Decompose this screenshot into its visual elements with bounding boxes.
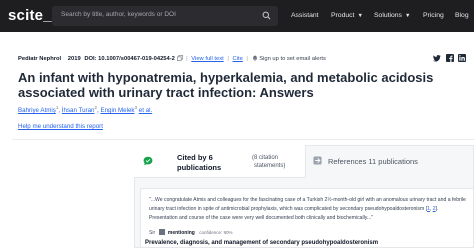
top-navigation-bar: scite_ Search by title, author, keywords… xyxy=(0,0,474,32)
citation-statements-count: (8 citation xyxy=(252,155,279,161)
help-understand-link[interactable]: Help me understand this report xyxy=(18,123,103,130)
citation-quote: "...We congratulate Atmis and colleagues… xyxy=(149,197,466,221)
email-alerts-link[interactable]: Sign up to set email alerts xyxy=(259,56,326,62)
article-title: An infant with hyponatremia, hyperkalemi… xyxy=(18,70,434,100)
search-placeholder: Search by title, author, keywords or DOI xyxy=(61,11,176,18)
author-link[interactable]: İhsan Turan xyxy=(62,107,95,114)
view-full-text-link[interactable]: View full text xyxy=(191,56,223,62)
separator: | xyxy=(227,56,229,62)
chat-bubble-icon xyxy=(143,156,153,166)
separator: | xyxy=(186,56,188,62)
references-icon xyxy=(313,156,322,165)
author-affiliation-number: 2 xyxy=(94,105,97,110)
citation-classification: Sir mentioning confidence: 90% xyxy=(149,229,233,236)
source-label: Sir xyxy=(149,230,156,236)
linkedin-icon[interactable] xyxy=(458,54,466,62)
citing-paper-title[interactable]: Prevalence, diagnosis, and management of… xyxy=(145,240,378,246)
search-input[interactable]: Search by title, author, keywords or DOI xyxy=(52,6,278,26)
citation-statements-label: statements) xyxy=(254,163,286,169)
author-link[interactable]: Engin Melek xyxy=(100,107,134,114)
chevron-down-icon: ▼ xyxy=(357,13,363,19)
author-list: Bahriye Atmiş1, İhsan Turan2, Engin Mele… xyxy=(18,105,153,115)
facebook-icon[interactable] xyxy=(446,54,454,62)
cited-by-label[interactable]: publications xyxy=(177,163,221,172)
twitter-icon[interactable] xyxy=(433,54,441,62)
mentioning-square-icon xyxy=(158,229,165,235)
doi[interactable]: DOI: 10.1007/s00467-019-04254-2 xyxy=(84,56,175,62)
reference-link[interactable]: 1 xyxy=(427,206,430,212)
tab-references[interactable]: References 11 publications xyxy=(328,157,418,166)
publication-year: 2019 xyxy=(67,56,81,62)
author-affiliation-number: 1 xyxy=(55,105,59,110)
author-link[interactable]: Bahriye Atmiş xyxy=(18,107,56,114)
separator: | xyxy=(246,56,248,62)
nav-product[interactable]: Product ▼ xyxy=(331,12,363,19)
et-al-link[interactable]: et al. xyxy=(139,107,152,114)
nav-solutions[interactable]: Solutions ▼ xyxy=(374,12,410,19)
author-affiliation-number: 3 xyxy=(134,105,138,110)
copy-icon[interactable] xyxy=(176,55,183,61)
cite-link[interactable]: Cite xyxy=(232,56,242,62)
search-icon[interactable] xyxy=(262,11,271,20)
cited-by-count[interactable]: Cited by 6 xyxy=(177,153,213,162)
chevron-down-icon: ▼ xyxy=(404,13,411,19)
scite-logo[interactable]: scite_ xyxy=(8,7,52,24)
section-divider xyxy=(12,139,474,140)
nav-blog[interactable]: Blog xyxy=(455,12,469,19)
confidence-score: confidence: 90% xyxy=(199,230,233,235)
article-meta: Pediatr Nephrol 2019 DOI: 10.1007/s00467… xyxy=(18,55,326,62)
tab-cited-by[interactable] xyxy=(134,145,306,178)
mentioning-label: mentioning xyxy=(167,230,195,236)
nav-assistant[interactable]: Assistant xyxy=(291,12,319,19)
journal-name: Pediatr Nephrol xyxy=(18,56,62,62)
nav-pricing[interactable]: Pricing xyxy=(423,12,444,19)
bell-icon xyxy=(252,55,257,61)
